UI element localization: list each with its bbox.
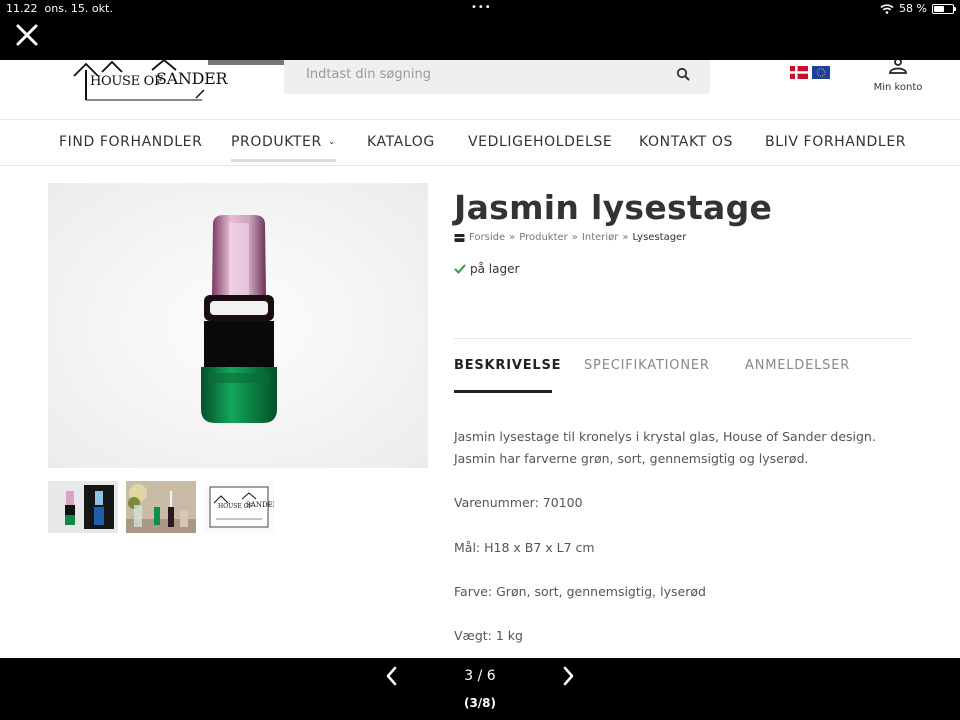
tab-beskrivelse[interactable]: BESKRIVELSE bbox=[454, 358, 561, 373]
active-tab-indicator bbox=[454, 390, 552, 393]
close-button[interactable] bbox=[12, 20, 42, 50]
product-thumbnail-3[interactable]: HOUSE OF SANDER bbox=[204, 481, 274, 533]
product-weight: Vægt: 1 kg bbox=[454, 628, 523, 643]
status-time-date: 11.22 ons. 15. okt. bbox=[6, 2, 113, 15]
language-flags bbox=[790, 66, 830, 79]
nav-item-katalog[interactable]: KATALOG bbox=[367, 134, 435, 150]
product-main-image[interactable] bbox=[48, 183, 428, 468]
product-item-number: Varenummer: 70100 bbox=[454, 495, 583, 510]
nav-item-label: PRODUKTER bbox=[231, 134, 322, 150]
search-bar[interactable]: Indtast din søgning bbox=[284, 60, 710, 94]
close-icon bbox=[16, 24, 38, 46]
breadcrumb-separator: » bbox=[622, 232, 629, 243]
battery-percent: 58 % bbox=[899, 2, 927, 15]
house-of-sander-logo[interactable]: HOUSE OF SANDER bbox=[72, 60, 228, 104]
logo-text-right: SANDER bbox=[156, 69, 228, 88]
stock-status: på lager bbox=[454, 262, 519, 276]
wifi-icon bbox=[880, 3, 894, 14]
logo-text-left: HOUSE OF bbox=[90, 74, 163, 89]
battery-icon bbox=[932, 3, 956, 14]
nav-item-vedligeholdelse[interactable]: VEDLIGEHOLDELSE bbox=[468, 134, 612, 150]
product-dimensions: Mål: H18 x B7 x L7 cm bbox=[454, 540, 595, 555]
breadcrumb-current: Lysestager bbox=[632, 232, 687, 243]
tab-specifikationer[interactable]: SPECIFIKATIONER bbox=[584, 358, 710, 373]
web-page-screenshot: HOUSE OF SANDER Indtast din søgning Min … bbox=[0, 60, 960, 658]
image-subcounter: (3/8) bbox=[463, 696, 497, 710]
account-link[interactable]: Min konto bbox=[866, 60, 930, 93]
breadcrumb-separator: » bbox=[509, 232, 516, 243]
product-title: Jasmin lysestage bbox=[454, 188, 773, 227]
eu-flag-icon[interactable] bbox=[812, 66, 830, 79]
breadcrumb: Forside » Produkter » Interiør » Lysesta… bbox=[454, 232, 686, 243]
nav-item-find-forhandler[interactable]: FIND FORHANDLER bbox=[59, 134, 202, 150]
multitasking-dots[interactable]: ••• bbox=[471, 2, 492, 13]
viewer-bottom-bar: 3 / 6 (3/8) bbox=[0, 658, 960, 720]
nav-item-bliv-forhandler[interactable]: BLIV FORHANDLER bbox=[765, 134, 906, 150]
product-thumbnail-2[interactable] bbox=[126, 481, 196, 533]
account-label: Min konto bbox=[873, 82, 923, 93]
breadcrumb-link-interior[interactable]: Interiør bbox=[582, 232, 618, 243]
image-counter: 3 / 6 bbox=[464, 668, 496, 684]
home-icon[interactable] bbox=[454, 233, 465, 243]
header-accent-bar bbox=[208, 60, 284, 65]
search-input[interactable]: Indtast din søgning bbox=[306, 67, 431, 82]
user-icon bbox=[889, 60, 907, 74]
checkmark-icon bbox=[454, 264, 466, 274]
breadcrumb-link-produkter[interactable]: Produkter bbox=[519, 232, 568, 243]
breadcrumb-separator: » bbox=[571, 232, 578, 243]
danish-flag-icon[interactable] bbox=[790, 66, 808, 79]
next-image-button[interactable] bbox=[556, 664, 580, 688]
tabs-divider bbox=[454, 338, 912, 339]
status-bar: 11.22 ons. 15. okt. ••• 58 % bbox=[0, 0, 960, 18]
status-right: 58 % bbox=[880, 2, 956, 15]
site-header: HOUSE OF SANDER Indtast din søgning Min … bbox=[0, 60, 960, 120]
nav-item-kontakt-os[interactable]: KONTAKT OS bbox=[639, 134, 733, 150]
stock-label: på lager bbox=[470, 262, 520, 276]
chevron-down-icon: ⌄ bbox=[327, 137, 336, 147]
thumbnail-logo-text-right: SANDER bbox=[246, 501, 274, 509]
main-navigation: FIND FORHANDLER PRODUKTER ⌄ KATALOG VEDLI… bbox=[0, 120, 960, 166]
product-thumbnail-1[interactable] bbox=[48, 481, 118, 533]
breadcrumb-link-forside[interactable]: Forside bbox=[469, 232, 505, 243]
tab-anmeldelser[interactable]: ANMELDELSER bbox=[745, 358, 850, 373]
product-color: Farve: Grøn, sort, gennemsigtig, lyserød bbox=[454, 584, 706, 599]
product-description: Jasmin lysestage til kronelys i krystal … bbox=[454, 429, 876, 466]
search-icon[interactable] bbox=[676, 67, 690, 81]
viewer-top-bar bbox=[0, 18, 960, 60]
nav-item-produkter[interactable]: PRODUKTER ⌄ bbox=[231, 134, 336, 162]
